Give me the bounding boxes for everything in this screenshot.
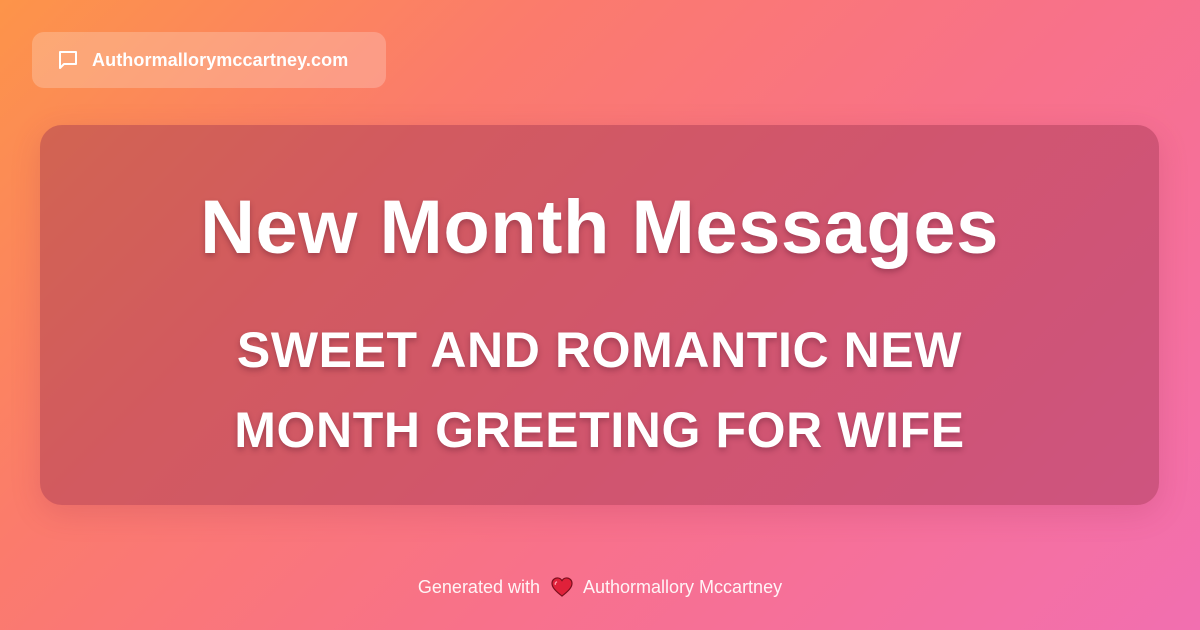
message-icon [56,48,80,72]
heart-icon [551,577,573,604]
footer-credit: Generated with Authormallory Mccartney [0,574,1200,604]
site-name[interactable]: Authormallorymccartney.com [92,50,348,71]
page-subtitle: SWEET AND ROMANTIC NEW MONTH GREETING FO… [234,322,965,458]
title-card: New Month Messages SWEET AND ROMANTIC NE… [40,125,1159,505]
footer-author: Authormallory Mccartney [583,577,783,597]
site-badge[interactable]: Authormallorymccartney.com [32,32,386,88]
footer-prefix: Generated with [417,577,540,597]
page-title: New Month Messages [200,185,999,270]
